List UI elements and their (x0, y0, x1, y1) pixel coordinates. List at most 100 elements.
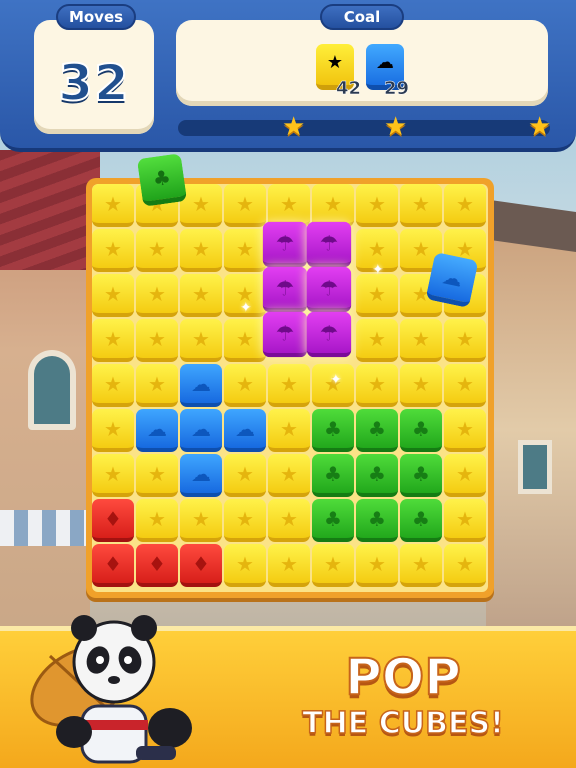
red-cube[interactable]: ♦ (180, 544, 222, 587)
yellow-cube[interactable]: ★ (180, 184, 222, 227)
yellow-cube[interactable]: ★ (224, 499, 266, 542)
yellow-cube[interactable]: ★ (136, 229, 178, 272)
top-hud: 32 Moves ★ ☁ 42 29 Coal ★ ★ ★ (0, 0, 576, 152)
yellow-cube[interactable]: ★ (312, 544, 354, 587)
red-cube[interactable]: ♦ (136, 544, 178, 587)
green-cube[interactable]: ♣ (400, 499, 442, 542)
yellow-cube[interactable]: ★ (400, 544, 442, 587)
yellow-cube[interactable]: ★ (224, 454, 266, 497)
purple-cube[interactable]: ☂ (262, 266, 308, 313)
yellow-cube[interactable]: ★ (92, 319, 134, 362)
red-cube[interactable]: ♦ (92, 499, 134, 542)
yellow-cube[interactable]: ★ (92, 274, 134, 317)
green-cube[interactable]: ♣ (400, 454, 442, 497)
star-icon: ★ (368, 326, 386, 351)
yellow-cube[interactable]: ★ (136, 274, 178, 317)
yellow-cube[interactable]: ★ (268, 544, 310, 587)
sparkle-icon: ✦ (240, 300, 252, 316)
star-icon: ★ (456, 551, 474, 576)
yellow-cube[interactable]: ★ (356, 544, 398, 587)
star-icon: ★ (280, 461, 298, 486)
yellow-cube[interactable]: ★ (356, 184, 398, 227)
star-icon: ★ (412, 551, 430, 576)
yellow-cube[interactable]: ★ (92, 364, 134, 407)
yellow-cube[interactable]: ★ (224, 319, 266, 362)
cloud-icon: ☁ (191, 371, 211, 396)
yellow-cube[interactable]: ★ (92, 184, 134, 227)
yellow-cube[interactable]: ★ (356, 364, 398, 407)
yellow-cube[interactable]: ★ (180, 274, 222, 317)
yellow-cube[interactable]: ★ (92, 409, 134, 452)
club-icon: ♣ (412, 416, 430, 441)
flame-icon: ♦ (104, 506, 122, 531)
purple-cube[interactable]: ☂ (306, 311, 352, 358)
cloud-icon: ☁ (235, 416, 255, 441)
green-cube[interactable]: ♣ (312, 409, 354, 452)
yellow-cube[interactable]: ★ (268, 454, 310, 497)
yellow-cube[interactable]: ★ (224, 184, 266, 227)
right-window (518, 440, 552, 494)
purple-cube[interactable]: ☂ (262, 221, 308, 268)
sparkle-icon: ✦ (330, 372, 342, 388)
purple-cube[interactable]: ☂ (306, 266, 352, 313)
blue-cube[interactable]: ☁ (136, 409, 178, 452)
yellow-cube[interactable]: ★ (444, 454, 486, 497)
yellow-cube[interactable]: ★ (356, 319, 398, 362)
yellow-cube[interactable]: ★ (268, 499, 310, 542)
green-cube[interactable]: ♣ (356, 454, 398, 497)
yellow-cube[interactable]: ★ (180, 499, 222, 542)
blue-cube[interactable]: ☁ (180, 409, 222, 452)
red-cube[interactable]: ♦ (92, 544, 134, 587)
blue-cube[interactable]: ☁ (180, 454, 222, 497)
yellow-cube[interactable]: ★ (444, 319, 486, 362)
yellow-cube[interactable]: ★ (180, 319, 222, 362)
star-icon: ★ (104, 371, 122, 396)
yellow-cube[interactable]: ★ (400, 184, 442, 227)
yellow-cube[interactable]: ★ (92, 454, 134, 497)
yellow-cube[interactable]: ★ (224, 364, 266, 407)
green-cube[interactable]: ♣ (356, 499, 398, 542)
blue-cube[interactable]: ☁ (180, 364, 222, 407)
yellow-cube[interactable]: ★ (444, 364, 486, 407)
yellow-cube[interactable]: ★ (268, 409, 310, 452)
yellow-cube[interactable]: ★ (444, 184, 486, 227)
purple-cube[interactable]: ☂ (262, 311, 308, 358)
yellow-cube[interactable]: ★ (224, 229, 266, 272)
yellow-cube[interactable]: ★ (444, 499, 486, 542)
yellow-cube[interactable]: ★ (136, 319, 178, 362)
star-icon: ★ (192, 281, 210, 306)
yellow-cube[interactable]: ★ (444, 544, 486, 587)
yellow-cube[interactable]: ★ (224, 544, 266, 587)
purple-cube[interactable]: ☂ (306, 221, 352, 268)
yellow-cube[interactable]: ★ (180, 229, 222, 272)
star-icon: ★ (412, 191, 430, 216)
yellow-cube[interactable]: ★ (268, 364, 310, 407)
star-icon: ★ (104, 326, 122, 351)
yellow-cube[interactable]: ★ (312, 184, 354, 227)
score-progress-bar (178, 120, 550, 136)
star-icon: ★ (368, 551, 386, 576)
blue-cube[interactable]: ☁ (224, 409, 266, 452)
star-icon: ★ (456, 371, 474, 396)
yellow-cube[interactable]: ★ (136, 364, 178, 407)
yellow-cube[interactable]: ★ (136, 499, 178, 542)
star-icon: ★ (456, 461, 474, 486)
striped-awning (0, 510, 90, 546)
star-icon: ★ (192, 191, 210, 216)
club-icon: ♣ (324, 416, 342, 441)
star-icon: ★ (192, 326, 210, 351)
yellow-cube[interactable]: ★ (268, 184, 310, 227)
green-cube[interactable]: ♣ (312, 454, 354, 497)
green-cube[interactable]: ♣ (400, 409, 442, 452)
yellow-cube[interactable]: ★ (136, 454, 178, 497)
yellow-cube[interactable]: ★ (444, 409, 486, 452)
yellow-cube[interactable]: ★ (400, 319, 442, 362)
star-icon: ★ (456, 506, 474, 531)
green-cube[interactable]: ♣ (312, 499, 354, 542)
green-cube[interactable]: ♣ (356, 409, 398, 452)
club-icon: ♣ (368, 506, 386, 531)
yellow-cube[interactable]: ★ (356, 274, 398, 317)
yellow-cube[interactable]: ★ (92, 229, 134, 272)
star-icon: ★ (104, 281, 122, 306)
yellow-cube[interactable]: ★ (400, 364, 442, 407)
